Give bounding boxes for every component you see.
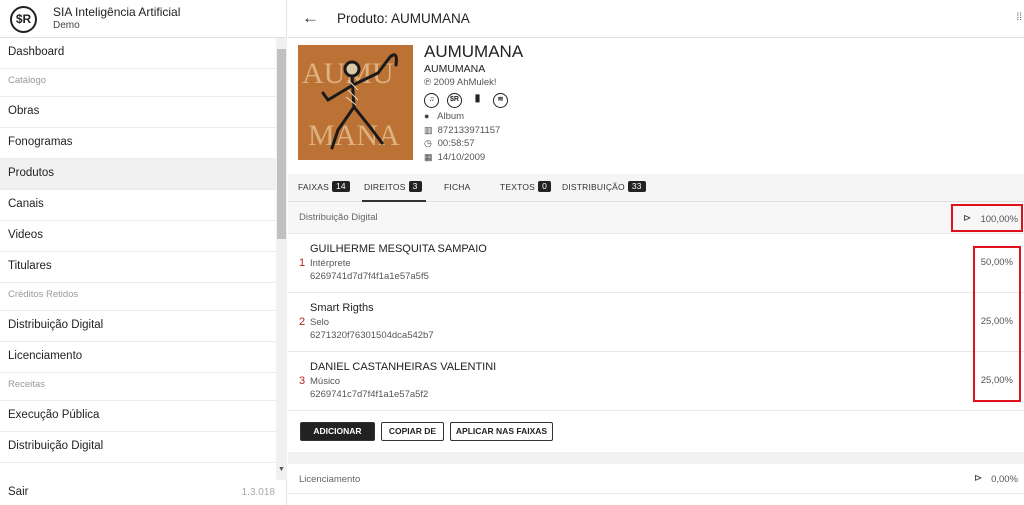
tab-distribuicao[interactable]: DISTRIBUIÇÃO 33 <box>562 174 646 202</box>
tab-label: DIREITOS <box>364 182 406 192</box>
product-barcode-value: 872133971157 <box>437 125 501 136</box>
product-type: ● Album <box>424 111 464 122</box>
sidebar-item-execucao-publica[interactable]: Execução Pública <box>0 401 276 432</box>
holder-role: Músico <box>310 376 341 387</box>
product-artist: AUMUMANA <box>424 63 486 75</box>
tab-label: FAIXAS <box>298 182 329 192</box>
nav-section-creditos-retidos: Créditos Retidos <box>0 283 276 311</box>
holder-number: 1 <box>299 257 306 269</box>
sidebar-scrollbar[interactable]: ▼ <box>276 38 287 480</box>
licensing-title: Licenciamento <box>299 474 361 485</box>
arrow-back-icon[interactable]: ← <box>302 8 319 28</box>
disc-icon: ● <box>424 111 430 121</box>
logout-link[interactable]: Sair <box>8 486 28 498</box>
holder-name: Smart Rigths <box>310 302 374 314</box>
sidebar-item-licenciamento[interactable]: Licenciamento <box>0 342 276 373</box>
scroll-down-arrow-icon[interactable]: ▼ <box>278 466 285 473</box>
tab-count-badge: 14 <box>331 181 350 192</box>
sidebar-item-distribuicao-digital[interactable]: Distribuição Digital <box>0 311 276 342</box>
scrollbar-thumb[interactable] <box>277 49 286 239</box>
product-date: ▦ 14/10/2009 <box>424 152 485 163</box>
sr-logo-icon[interactable]: $R <box>447 93 462 108</box>
percent-highlight-box <box>973 246 1021 402</box>
page-header: ← Produto: AUMUMANA ⁞⁞ <box>288 0 1024 38</box>
product-duration-value: 00:58:57 <box>437 138 475 149</box>
sidebar-item-fonogramas[interactable]: Fonogramas <box>0 128 276 159</box>
brand-header: $R SIA Inteligência Artificial Demo <box>0 0 287 38</box>
sidebar-footer: Sair 1.3.018 <box>0 480 287 505</box>
tab-direitos[interactable]: DIREITOS 3 <box>362 174 426 202</box>
holder-role: Selo <box>310 317 330 328</box>
spotify-icon[interactable]: ≋ <box>493 93 508 108</box>
distribution-total-highlight: ⊳ 100,00% <box>951 204 1023 232</box>
tab-textos[interactable]: TEXTOS 0 <box>500 174 551 202</box>
rights-holder-row[interactable]: 2 Smart Rigths Selo 6271320f76301504dca542b… <box>288 293 1024 352</box>
holder-role: Intérprete <box>310 258 351 269</box>
nav-section-receitas: Receitas <box>0 373 276 401</box>
sidebar-item-obras[interactable]: Obras <box>0 97 276 128</box>
tab-faixas[interactable]: FAIXAS 14 <box>298 174 350 202</box>
holder-id: 6269741d7d7f4f1a1e57a5f5 <box>310 271 429 282</box>
product-tabs: FAIXAS 14 DIREITOS 3 FICHA TEXTOS 0 DISTRIBUIÇÃ… <box>288 174 1024 202</box>
tab-count-badge: 3 <box>408 181 422 192</box>
sidebar-item-produtos[interactable]: Produtos <box>0 159 276 190</box>
licensing-total: 0,00% <box>991 474 1018 485</box>
music-note-icon[interactable]: ♫ <box>424 93 439 108</box>
clock-icon: ◷ <box>424 138 432 148</box>
cover-text-right: MANA <box>308 119 400 152</box>
product-type-value: Album <box>437 111 465 122</box>
deezer-icon[interactable]: ▮ <box>470 93 485 108</box>
product-label: ℗ 2009 AhMulek! <box>424 77 497 88</box>
split-icon: ⊳ <box>963 213 972 224</box>
apply-to-tracks-button[interactable]: APLICAR NAS FAIXAS <box>450 422 553 441</box>
sidebar-item-videos[interactable]: Videos <box>0 221 276 252</box>
brand-name: SIA Inteligência Artificial <box>53 5 181 19</box>
sidebar-item-canais[interactable]: Canais <box>0 190 276 221</box>
product-barcode: ▥ 872133971157 <box>424 125 500 136</box>
tab-ficha[interactable]: FICHA <box>444 174 471 202</box>
tab-label: TEXTOS <box>500 182 536 192</box>
tab-count-badge: 0 <box>538 181 551 192</box>
distribution-title: Distribuição Digital <box>299 212 378 223</box>
copy-from-button[interactable]: COPIAR DE <box>381 422 444 441</box>
distribution-header: Distribuição Digital ⊳ 100,00% <box>288 202 1024 234</box>
product-name: AUMUMANA <box>424 42 524 61</box>
product-duration: ◷ 00:58:57 <box>424 138 475 149</box>
page-title: Produto: AUMUMANA <box>337 11 470 26</box>
holder-name: DANIEL CASTANHEIRAS VALENTINI <box>310 361 497 373</box>
product-date-value: 14/10/2009 <box>437 152 486 163</box>
calendar-icon: ▦ <box>424 152 433 162</box>
split-icon: ⊳ <box>974 473 983 484</box>
sidebar-item-distribuicao-digital[interactable]: Distribuição Digital <box>0 432 276 463</box>
sidebar: $R SIA Inteligência Artificial Demo Dash… <box>0 0 287 505</box>
brand-subtitle: Demo <box>53 20 80 31</box>
tab-label: FICHA <box>444 182 471 192</box>
holder-name: GUILHERME MESQUITA SAMPAIO <box>310 243 487 255</box>
sidebar-item-titulares[interactable]: Titulares <box>0 252 276 283</box>
tab-label: DISTRIBUIÇÃO <box>562 182 625 192</box>
rights-holder-row[interactable]: 1 GUILHERME MESQUITA SAMPAIO Intérprete 626… <box>288 234 1024 293</box>
album-cover: AUMU MANA <box>298 45 413 160</box>
holder-number: 3 <box>299 375 306 387</box>
section-divider <box>288 452 1024 464</box>
sidebar-nav: Dashboard Catálogo Obras Fonogramas Produtos… <box>0 38 276 480</box>
holder-number: 2 <box>299 316 306 328</box>
nav-section-catalogo: Catálogo <box>0 69 276 97</box>
holder-id: 6269741c7d7f4f1a1e57a5f2 <box>310 389 429 400</box>
grid-icon[interactable]: ⁞⁞ <box>1016 12 1022 23</box>
tab-count-badge: 33 <box>627 181 646 192</box>
barcode-icon: ▥ <box>424 125 433 135</box>
sidebar-item-dashboard[interactable]: Dashboard <box>0 38 276 69</box>
distribution-total: 100,00% <box>980 214 1018 225</box>
licensing-header[interactable]: Licenciamento ⊳ 0,00% <box>288 464 1024 494</box>
holder-id: 6271320f76301504dca542b7 <box>310 330 434 341</box>
app-version: 1.3.018 <box>241 487 275 498</box>
add-split-button[interactable]: ADICIONAR SPLIT <box>300 422 375 453</box>
rights-holder-row[interactable]: 3 DANIEL CASTANHEIRAS VALENTINI Músico 6269… <box>288 352 1024 411</box>
brand-logo[interactable]: $R <box>10 6 37 33</box>
